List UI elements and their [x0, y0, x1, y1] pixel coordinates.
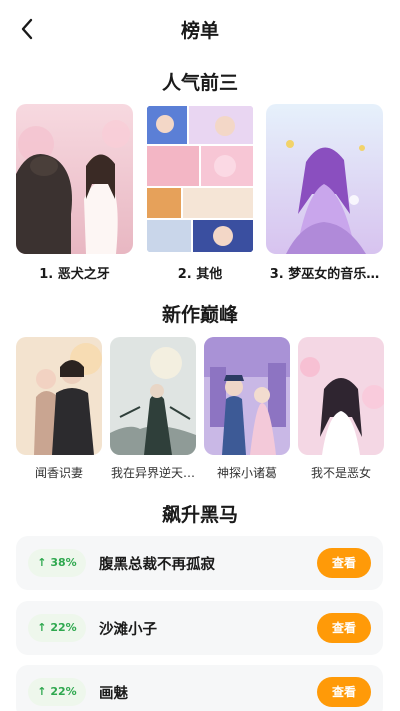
section-title-new-works: 新作巅峰: [161, 304, 238, 326]
new-label-2[interactable]: 我在异界逆天…: [110, 464, 196, 481]
new-label-4[interactable]: 我不是恶女: [298, 464, 384, 481]
top3-cover-3[interactable]: [266, 104, 383, 254]
cover-art-detective: [204, 337, 290, 455]
rising-row[interactable]: ↑ 38% 腹黑总裁不再孤寂 查看: [16, 536, 383, 590]
cover-art-music-maiden: [266, 104, 383, 254]
rise-percent-badge: ↑ 22%: [28, 678, 86, 706]
new-cover-2[interactable]: [110, 337, 196, 455]
top3-cover-1[interactable]: [16, 104, 133, 254]
rising-title: 腹黑总裁不再孤寂: [99, 557, 215, 573]
rising-row[interactable]: ↑ 22% 画魅 查看: [16, 665, 383, 711]
cover-art-girl: [298, 337, 384, 455]
top3-label-3[interactable]: 3. 梦巫女的音乐…: [266, 263, 383, 282]
new-cover-1[interactable]: [16, 337, 102, 455]
rise-percent-badge: ↑ 38%: [28, 549, 86, 577]
view-button[interactable]: 查看: [317, 677, 371, 707]
cover-art-swordsman: [110, 337, 196, 455]
section-title-rising: 飙升黑马: [161, 504, 238, 526]
rising-title: 画魅: [99, 686, 128, 702]
section-title-top3: 人气前三: [161, 72, 238, 94]
new-label-3[interactable]: 神探小诸葛: [204, 464, 290, 481]
top3-label-2[interactable]: 2. 其他: [145, 263, 255, 282]
rise-percent-badge: ↑ 22%: [28, 614, 86, 642]
top3-label-1[interactable]: 1. 恶犬之牙: [16, 263, 133, 282]
header: 榜单: [0, 0, 400, 60]
rising-title: 沙滩小子: [99, 622, 157, 638]
new-cover-3[interactable]: [204, 337, 290, 455]
cover-art-couple: [16, 337, 102, 455]
top3-cover-2[interactable]: [145, 104, 255, 254]
new-cover-4[interactable]: [298, 337, 384, 455]
page-title: 榜单: [180, 20, 219, 42]
view-button[interactable]: 查看: [317, 548, 371, 578]
rising-row[interactable]: ↑ 22% 沙滩小子 查看: [16, 601, 383, 655]
cover-art-comic-panels: [145, 104, 255, 254]
view-button[interactable]: 查看: [317, 613, 371, 643]
cover-art-dog: [16, 104, 133, 254]
new-label-1[interactable]: 闻香识妻: [16, 464, 102, 481]
